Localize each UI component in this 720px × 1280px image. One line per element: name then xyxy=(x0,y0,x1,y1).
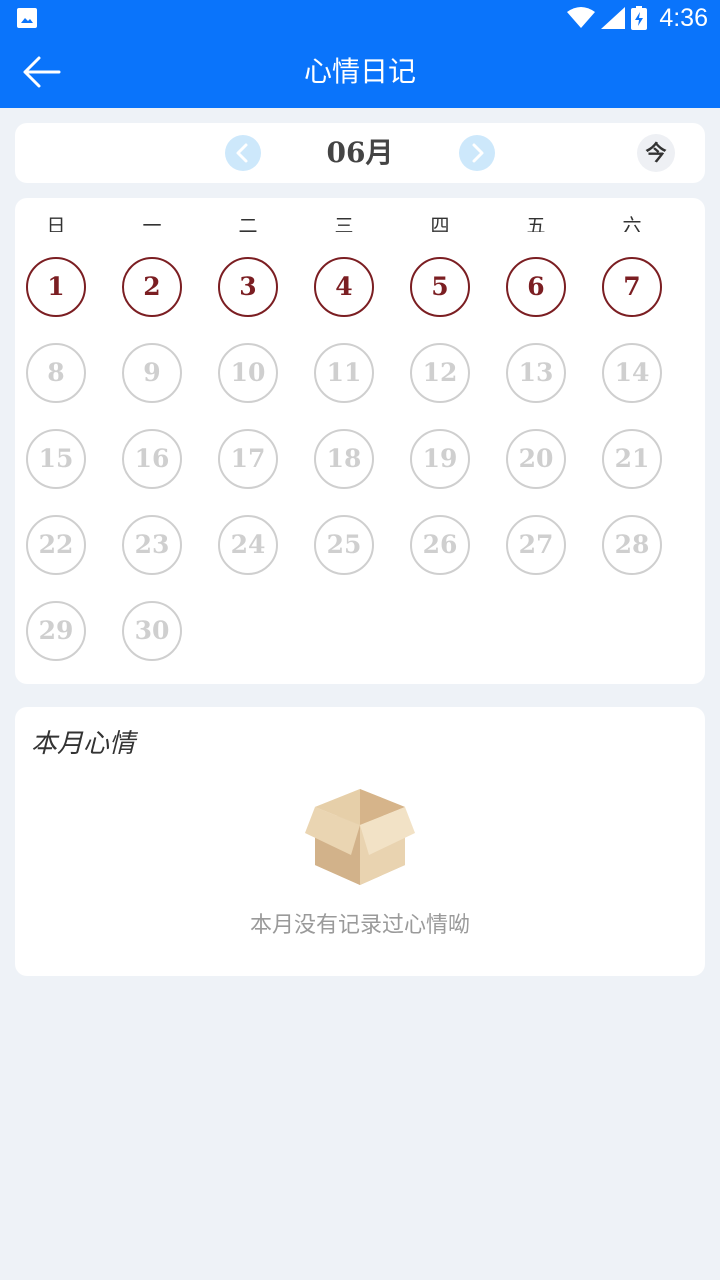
calendar-day[interactable]: 13 xyxy=(506,343,566,403)
status-bar: 4:36 xyxy=(0,0,720,36)
calendar-day[interactable]: 15 xyxy=(26,429,86,489)
calendar-day[interactable]: 18 xyxy=(314,429,374,489)
calendar-day[interactable]: 24 xyxy=(218,515,278,575)
empty-message: 本月没有记录过心情呦 xyxy=(249,913,470,938)
calendar: 日一二三四五六 1 2 3 4 5 6 7 8 9 10 11 12 13 14 15 16 17 18 19 20 2… xyxy=(15,198,705,684)
next-month-button[interactable] xyxy=(459,135,495,171)
calendar-day[interactable]: 16 xyxy=(122,429,182,489)
battery-icon xyxy=(631,6,648,30)
calendar-day[interactable]: 17 xyxy=(218,429,278,489)
today-button[interactable]: 今 xyxy=(637,134,675,172)
weekday-label: 五 xyxy=(526,215,546,232)
calendar-day[interactable]: 11 xyxy=(314,343,374,403)
calendar-day[interactable]: 6 xyxy=(506,257,566,317)
page-title: 心情日记 xyxy=(303,55,416,88)
calendar-day[interactable]: 29 xyxy=(26,601,86,661)
calendar-day[interactable]: 28 xyxy=(602,515,662,575)
calendar-day[interactable]: 12 xyxy=(410,343,470,403)
image-notification-icon xyxy=(17,8,37,28)
weekday-label: 日 xyxy=(46,215,66,232)
calendar-day[interactable]: 10 xyxy=(218,343,278,403)
calendar-day[interactable]: 7 xyxy=(602,257,662,317)
calendar-day[interactable]: 27 xyxy=(506,515,566,575)
app-bar: 心情日记 xyxy=(0,36,720,108)
month-navigator: 06月 今 xyxy=(15,123,705,183)
weekday-label: 三 xyxy=(334,215,354,232)
previous-month-button[interactable] xyxy=(225,135,261,171)
weekday-label: 一 xyxy=(142,215,162,232)
weekday-label: 二 xyxy=(238,215,258,232)
calendar-day[interactable]: 25 xyxy=(314,515,374,575)
calendar-day[interactable]: 2 xyxy=(122,257,182,317)
current-month: 06月 xyxy=(326,136,394,169)
calendar-day[interactable]: 14 xyxy=(602,343,662,403)
calendar-day[interactable]: 20 xyxy=(506,429,566,489)
calendar-day[interactable]: 22 xyxy=(26,515,86,575)
calendar-day[interactable]: 9 xyxy=(122,343,182,403)
section-title: 本月心情 xyxy=(31,729,136,759)
wifi-icon xyxy=(567,7,596,28)
calendar-day[interactable]: 4 xyxy=(314,257,374,317)
weekday-label: 六 xyxy=(622,215,642,232)
calendar-day[interactable]: 3 xyxy=(218,257,278,317)
weekday-label: 四 xyxy=(430,215,450,232)
chevron-right-icon xyxy=(472,143,484,163)
calendar-day[interactable]: 21 xyxy=(602,429,662,489)
chevron-left-icon xyxy=(236,143,248,163)
calendar-day[interactable]: 26 xyxy=(410,515,470,575)
signal-icon xyxy=(601,7,626,29)
monthly-mood-section: 本月心情 本月没有记录过心情呦 xyxy=(15,707,705,976)
calendar-day[interactable]: 30 xyxy=(122,601,182,661)
calendar-day[interactable]: 8 xyxy=(26,343,86,403)
calendar-day[interactable]: 23 xyxy=(122,515,182,575)
status-time: 4:36 xyxy=(659,3,708,32)
empty-box-icon xyxy=(305,789,415,885)
calendar-day[interactable]: 5 xyxy=(410,257,470,317)
calendar-day[interactable]: 1 xyxy=(26,257,86,317)
calendar-day[interactable]: 19 xyxy=(410,429,470,489)
